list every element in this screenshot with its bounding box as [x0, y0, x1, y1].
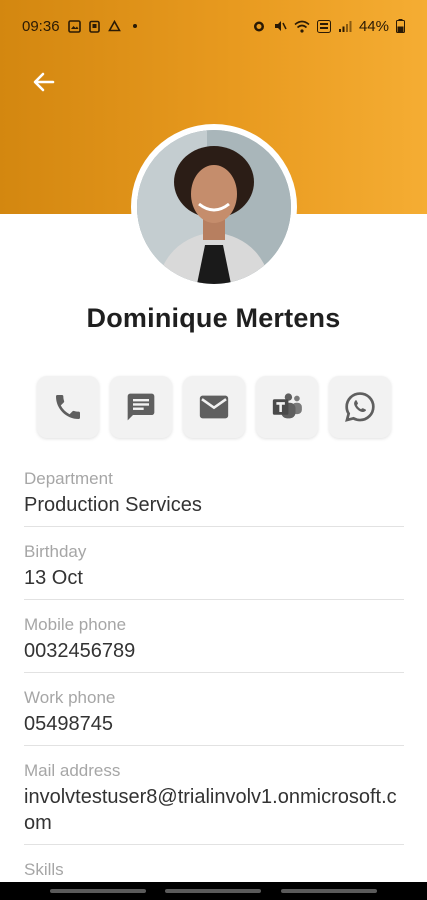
phone-icon	[56, 395, 80, 419]
field-department: Department Production Services	[24, 466, 404, 527]
nav-home[interactable]	[165, 889, 262, 893]
battery-icon	[396, 19, 405, 33]
message-button[interactable]	[110, 376, 172, 438]
teams-icon	[272, 393, 302, 419]
battery-percent: 44%	[358, 17, 389, 35]
field-label: Mail address	[24, 761, 121, 780]
avatar	[137, 130, 291, 284]
teams-button[interactable]	[256, 376, 318, 438]
whatsapp-button[interactable]	[329, 376, 391, 438]
field-birthday: Birthday 13 Oct	[24, 539, 404, 600]
whatsapp-icon	[345, 392, 375, 422]
field-label: Skills	[24, 860, 64, 879]
field-value[interactable]: 05498745	[24, 711, 404, 737]
profile-details: Department Production Services Birthday …	[24, 466, 404, 900]
nav-back[interactable]	[281, 889, 378, 893]
signal-icon	[338, 20, 352, 33]
gallery-notification-icon	[67, 19, 81, 33]
field-value[interactable]: involvtestuser8@trialinvolv1.onmicrosoft…	[24, 784, 404, 836]
profile-name: Dominique Mertens	[86, 303, 341, 333]
alarm-icon	[252, 19, 266, 33]
field-value: Production Services	[24, 494, 202, 516]
field-label: Work phone	[24, 688, 116, 707]
nav-recent-apps[interactable]	[49, 889, 146, 893]
arrow-back-icon	[33, 72, 55, 92]
more-notifications-dot	[132, 24, 137, 28]
field-work-phone: Work phone 05498745	[24, 685, 404, 746]
call-button[interactable]	[37, 376, 99, 438]
back-button[interactable]	[26, 64, 62, 100]
clipboard-notification-icon	[88, 20, 100, 33]
field-mobile-phone: Mobile phone 0032456789	[24, 612, 404, 673]
field-label: Department	[24, 469, 113, 488]
email-button[interactable]	[183, 376, 245, 438]
field-mail-address: Mail address involvtestuser8@trialinvolv…	[24, 758, 404, 845]
contact-actions	[37, 376, 391, 438]
mail-icon	[199, 395, 229, 419]
recycle-notification-icon	[107, 19, 121, 33]
status-time: 09:36	[22, 17, 60, 35]
wifi-icon	[294, 20, 310, 33]
field-label: Birthday	[24, 542, 87, 561]
system-navigation-bar	[0, 882, 427, 900]
message-icon	[127, 393, 155, 421]
volte-icon	[316, 19, 331, 33]
status-bar: 09:36 44%	[0, 0, 427, 52]
mute-icon	[273, 19, 287, 33]
field-value[interactable]: 0032456789	[24, 638, 404, 664]
avatar-frame	[131, 124, 297, 290]
field-value: 13 Oct	[24, 567, 83, 589]
field-label: Mobile phone	[24, 615, 127, 634]
